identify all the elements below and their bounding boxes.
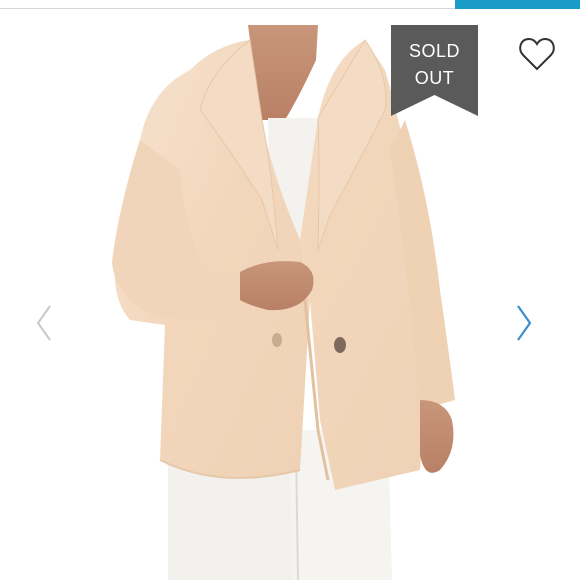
sold-out-badge: SOLD OUT [391,25,478,116]
tab-divider [0,8,455,9]
badge-line-1: SOLD [408,41,461,61]
badge-line-2: OUT [414,68,455,88]
chevron-left-icon[interactable] [32,303,56,343]
active-tab-indicator[interactable] [455,0,580,9]
badge-label: SOLD OUT [391,38,478,92]
top-tab-bar [0,0,580,10]
product-image [112,25,455,580]
heart-outline-icon[interactable] [517,34,557,74]
chevron-right-icon[interactable] [512,303,536,343]
